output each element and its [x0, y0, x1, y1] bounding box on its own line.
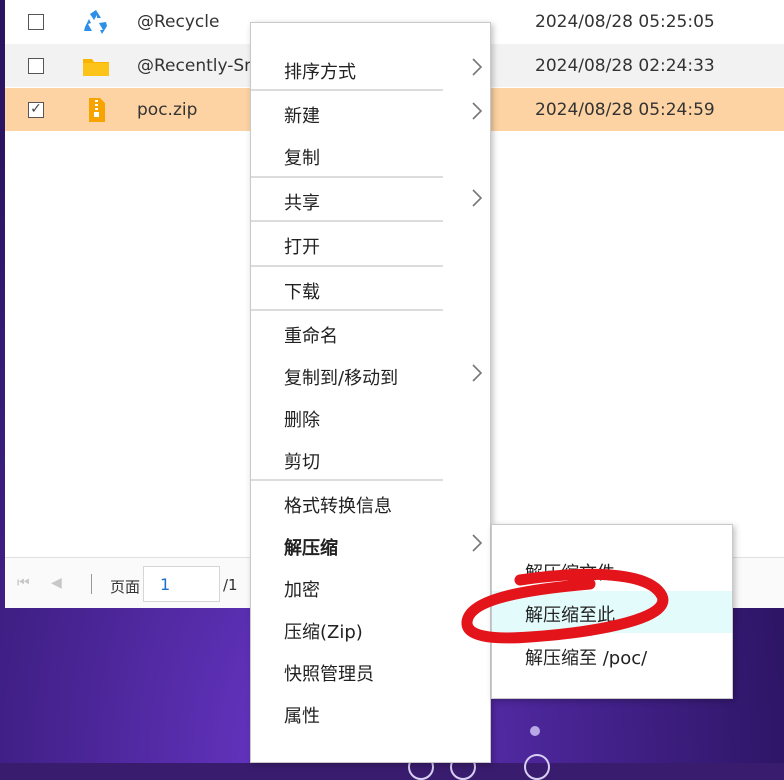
- desktop-ring-icon[interactable]: [524, 754, 550, 780]
- menu-item-encrypt[interactable]: 加密: [251, 566, 490, 608]
- menu-item-sort[interactable]: 排序方式: [251, 48, 490, 90]
- file-modified-date: 2024/08/28 02:24:33: [535, 55, 715, 76]
- folder-icon: [83, 58, 109, 76]
- menu-separator: [251, 89, 443, 91]
- menu-item-delete[interactable]: 删除: [251, 396, 490, 438]
- menu-separator: [251, 309, 443, 311]
- menu-item-open[interactable]: 打开: [251, 223, 490, 265]
- submenu-item-extract-files[interactable]: 解压缩文件: [492, 549, 732, 591]
- first-page-icon[interactable]: ⏮: [17, 575, 30, 591]
- menu-separator: [251, 220, 443, 222]
- zip-file-icon: [89, 97, 105, 122]
- row-checkbox-checked[interactable]: ✓: [28, 101, 44, 118]
- chevron-right-icon: [472, 534, 483, 552]
- menu-item-properties[interactable]: 属性: [251, 692, 490, 734]
- page-label: 页面: [110, 578, 141, 596]
- page-total: /1: [223, 576, 238, 594]
- menu-item-label: 加密: [284, 580, 320, 601]
- menu-item-label: 复制到/移动到: [284, 368, 399, 389]
- chevron-right-icon: [472, 189, 483, 207]
- submenu-item-extract-here[interactable]: 解压缩至此: [492, 591, 732, 633]
- submenu-item-label: 解压缩至此: [525, 605, 615, 626]
- file-name[interactable]: poc.zip: [137, 100, 197, 120]
- menu-item-rename[interactable]: 重命名: [251, 312, 490, 354]
- menu-item-copy-move-to[interactable]: 复制到/移动到: [251, 354, 490, 396]
- submenu-item-label: 解压缩至 /poc/: [525, 648, 648, 669]
- menu-item-label: 属性: [284, 706, 320, 727]
- page-number-input[interactable]: 1: [143, 566, 220, 602]
- submenu-item-label: 解压缩文件: [525, 563, 615, 584]
- file-modified-date: 2024/08/28 05:24:59: [535, 99, 715, 120]
- context-menu: 排序方式 新建 复制 共享 打开 下载 重命名 复制到/移动到 删除 剪切 格式…: [250, 22, 491, 763]
- chevron-right-icon: [472, 102, 483, 120]
- menu-item-label: 重命名: [284, 326, 338, 347]
- menu-item-label: 剪切: [284, 452, 320, 473]
- menu-separator: [251, 479, 443, 481]
- chevron-right-icon: [472, 58, 483, 76]
- menu-item-label: 复制: [284, 148, 320, 169]
- menu-item-cut[interactable]: 剪切: [251, 438, 490, 480]
- menu-item-share[interactable]: 共享: [251, 179, 490, 221]
- menu-item-label: 打开: [284, 237, 320, 258]
- menu-item-label: 共享: [284, 193, 320, 214]
- menu-item-label: 快照管理员: [284, 664, 374, 685]
- menu-item-snapshot-manager[interactable]: 快照管理员: [251, 650, 490, 692]
- prev-page-icon[interactable]: ◀: [51, 575, 62, 591]
- menu-item-format-conversion-info[interactable]: 格式转换信息: [251, 482, 490, 524]
- file-name[interactable]: @Recycle: [137, 12, 219, 32]
- extract-submenu: 解压缩文件 解压缩至此 解压缩至 /poc/: [491, 524, 733, 699]
- menu-item-new[interactable]: 新建: [251, 92, 490, 134]
- menu-item-label: 新建: [284, 106, 320, 127]
- menu-item-extract[interactable]: 解压缩: [251, 524, 490, 566]
- menu-item-label: 格式转换信息: [284, 496, 392, 517]
- menu-item-label: 解压缩: [284, 538, 338, 559]
- menu-item-label: 删除: [284, 410, 320, 431]
- file-modified-date: 2024/08/28 05:25:05: [535, 11, 715, 32]
- menu-item-compress-zip[interactable]: 压缩(Zip): [251, 608, 490, 650]
- menu-separator: [251, 265, 443, 267]
- menu-item-label: 排序方式: [284, 62, 356, 83]
- menu-item-copy[interactable]: 复制: [251, 134, 490, 176]
- row-checkbox[interactable]: [28, 57, 44, 74]
- menu-item-label: 下载: [284, 282, 320, 303]
- desktop-page-dot[interactable]: [530, 726, 540, 736]
- submenu-item-extract-to-poc[interactable]: 解压缩至 /poc/: [492, 634, 732, 676]
- chevron-right-icon: [472, 364, 483, 382]
- pager-divider: [91, 574, 92, 594]
- menu-separator: [251, 176, 443, 178]
- row-checkbox[interactable]: [28, 13, 44, 30]
- menu-item-download[interactable]: 下载: [251, 268, 490, 310]
- menu-item-label: 压缩(Zip): [284, 622, 363, 643]
- recycle-icon: [84, 9, 107, 34]
- file-name[interactable]: @Recently-Sna: [137, 56, 265, 76]
